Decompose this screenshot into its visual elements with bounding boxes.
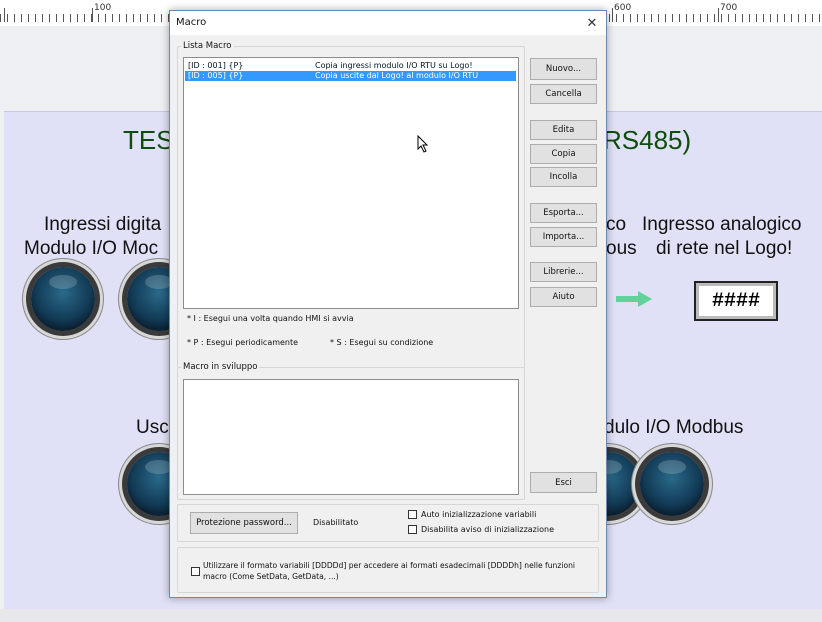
macro-dialog: Macro ✕ Lista Macro [ID : 001] {P} Copia…	[169, 10, 607, 598]
ruler-major-tick	[612, 8, 613, 22]
copy-button[interactable]: Copia	[530, 144, 597, 164]
input-lamp-1[interactable]	[31, 267, 95, 331]
import-button[interactable]: Importa...	[530, 227, 597, 247]
arrow-right-icon	[616, 291, 652, 307]
edit-button[interactable]: Edita	[530, 120, 597, 140]
screen-title-left: TES	[123, 125, 174, 155]
dev-macros-label: Macro in sviluppo	[181, 362, 260, 372]
legend-s: * S : Esegui su condizione	[330, 338, 434, 347]
macro-description: Copia ingressi modulo I/O RTU su Logo!	[315, 61, 473, 70]
close-icon[interactable]: ✕	[578, 11, 606, 35]
inputs-label-line1: Ingressi digita	[44, 214, 162, 235]
auto-init-label: Auto inizializzazione variabili	[421, 510, 537, 519]
ruler-number: 100	[94, 3, 112, 13]
ruler-number: 700	[720, 3, 738, 13]
mid-label-line2: ous	[606, 238, 637, 259]
ruler-major-tick	[92, 8, 93, 22]
password-protection-button[interactable]: Protezione password...	[190, 512, 298, 534]
format-group	[177, 547, 599, 593]
ruler-major-tick	[718, 8, 719, 22]
format-label-line1: Utilizzare il formato variabili [DDDDd] …	[203, 561, 576, 570]
mouse-cursor-icon	[417, 135, 429, 153]
exit-button[interactable]: Esci	[530, 472, 597, 493]
screen-shadow	[0, 609, 822, 622]
legend-p: * P : Esegui periodicamente	[187, 338, 299, 347]
inputs-label-line2: Modulo I/O Moc	[24, 238, 159, 259]
outputs-label-right: dulo I/O Modbus	[604, 417, 744, 438]
macro-listbox[interactable]: [ID : 001] {P} Copia ingressi modulo I/O…	[183, 57, 519, 309]
library-button[interactable]: Librerie...	[530, 262, 597, 282]
macro-id: [ID : 001] {P}	[188, 61, 244, 70]
disable-warning-checkbox[interactable]	[408, 525, 417, 534]
paste-button[interactable]: Incolla	[530, 167, 597, 187]
new-button[interactable]: Nuovo...	[530, 58, 597, 80]
help-button[interactable]: Aiuto	[530, 287, 597, 307]
macro-row-selected[interactable]: [ID : 005] {P} Copia uscite dal Logo! al…	[185, 71, 516, 81]
mid-label-line1: co	[606, 214, 627, 235]
macro-list-label: Lista Macro	[181, 41, 234, 51]
password-status: Disabilitato	[313, 518, 359, 527]
format-checkbox[interactable]	[191, 567, 200, 576]
dialog-titlebar[interactable]: Macro ✕	[170, 11, 606, 35]
dev-macros-list[interactable]	[183, 379, 519, 495]
output-lamp-3[interactable]	[640, 452, 704, 516]
macro-description: Copia uscite dal Logo! al modulo I/O RTU	[315, 71, 479, 80]
screen-title-right: RS485)	[603, 125, 692, 155]
numeric-display[interactable]: ####	[694, 281, 778, 321]
auto-init-checkbox[interactable]	[408, 510, 417, 519]
disable-warning-label: Disabilita aviso di inizializzazione	[421, 525, 554, 534]
ruler-major-tick	[4, 8, 5, 22]
macro-row[interactable]: [ID : 001] {P} Copia ingressi modulo I/O…	[185, 61, 516, 71]
legend-i: * I : Esegui una volta quando HMI si avv…	[187, 314, 354, 323]
format-label-line2: macro (Come SetData, GetData, ...)	[203, 572, 339, 581]
ruler-number: 600	[614, 3, 632, 13]
dialog-title: Macro	[176, 17, 207, 28]
analog-label-line1: Ingresso analogico	[642, 214, 802, 235]
export-button[interactable]: Esporta...	[530, 203, 597, 223]
macro-id: [ID : 005] {P}	[188, 71, 244, 80]
analog-label-line2: di rete nel Logo!	[656, 238, 793, 259]
outputs-label-left: Usc	[136, 417, 169, 438]
delete-button[interactable]: Cancella	[530, 84, 597, 104]
